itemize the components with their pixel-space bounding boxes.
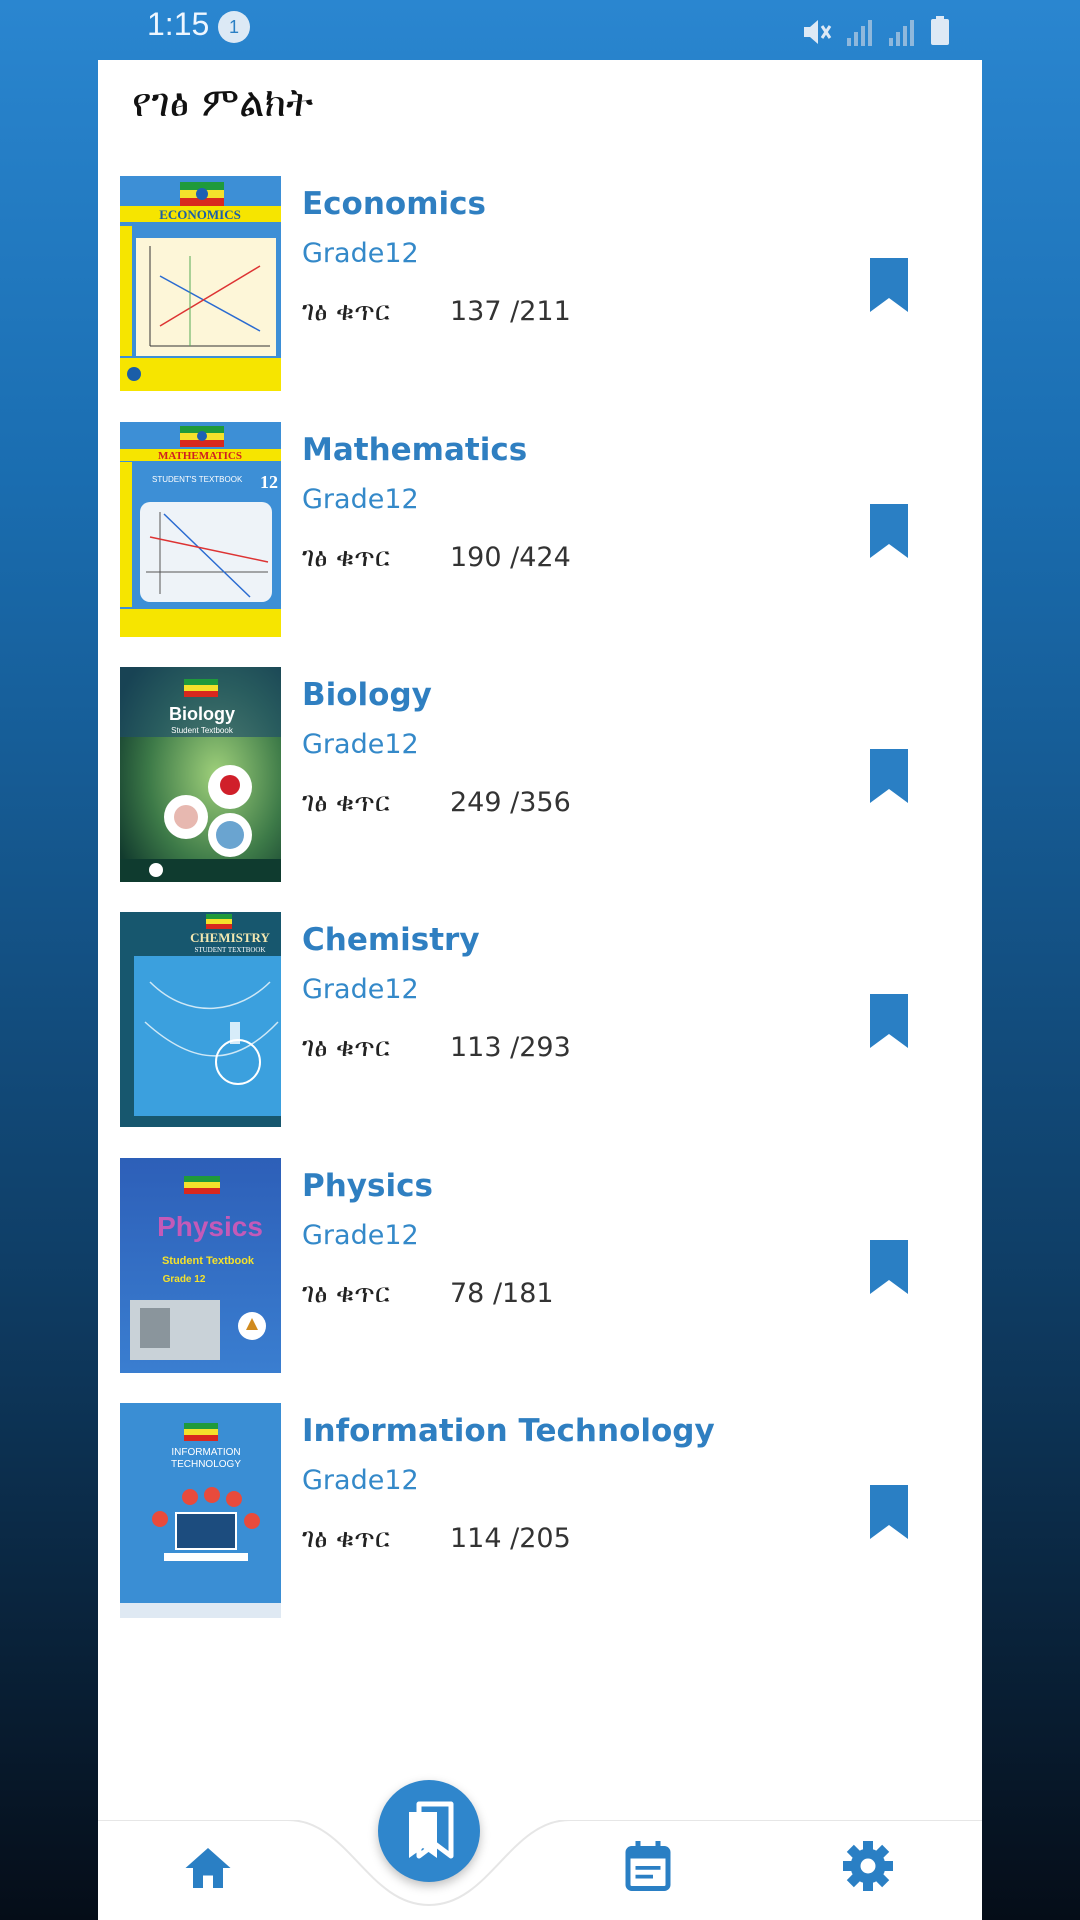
svg-text:Grade 12: Grade 12 xyxy=(163,1274,206,1285)
book-title: Chemistry xyxy=(302,922,480,958)
page-number-label: ገፅ ቁጥር xyxy=(302,787,390,818)
notification-badge: 1 xyxy=(218,11,250,43)
svg-text:MATHEMATICS: MATHEMATICS xyxy=(158,450,242,462)
svg-text:INFORMATION: INFORMATION xyxy=(171,1447,240,1458)
list-item[interactable]: Biology Student Textbook Biology Grade12… xyxy=(120,667,960,883)
page-progress: 113 /293 xyxy=(450,1032,571,1063)
list-item[interactable]: INFORMATION TECHNOLOGY Information Techn… xyxy=(120,1403,960,1619)
book-grade: Grade12 xyxy=(302,484,419,515)
svg-text:STUDENT'S TEXTBOOK: STUDENT'S TEXTBOOK xyxy=(152,475,243,484)
chemistry-cover: CHEMISTRY STUDENT TEXTBOOK xyxy=(120,912,281,1127)
svg-text:Student Textbook: Student Textbook xyxy=(171,726,234,735)
bookmark-icon[interactable] xyxy=(868,258,910,312)
settings-icon[interactable] xyxy=(838,1836,898,1896)
list-item[interactable]: MATHEMATICS STUDENT'S TEXTBOOK 12 Mathem… xyxy=(120,422,960,638)
svg-text:CHEMISTRY: CHEMISTRY xyxy=(190,930,270,945)
economics-cover: ECONOMICS xyxy=(120,176,281,391)
status-icons xyxy=(802,10,950,46)
bookmark-icon[interactable] xyxy=(868,749,910,803)
book-grade: Grade12 xyxy=(302,1220,419,1251)
book-grade: Grade12 xyxy=(302,238,419,269)
book-title: Biology xyxy=(302,677,432,713)
signal-icon xyxy=(889,20,914,46)
page-progress: 249 /356 xyxy=(450,787,571,818)
signal-icon xyxy=(847,20,872,46)
list-item[interactable]: Physics Student Textbook Grade 12 Physic… xyxy=(120,1158,960,1374)
list-item[interactable]: ECONOMICS Economics Grade12 ገፅ ቁጥር 137 /… xyxy=(120,176,960,392)
svg-text:ECONOMICS: ECONOMICS xyxy=(159,207,241,222)
page-progress: 114 /205 xyxy=(450,1523,571,1554)
page-progress: 190 /424 xyxy=(450,542,571,573)
page-number-label: ገፅ ቁጥር xyxy=(302,1032,390,1063)
page-number-label: ገፅ ቁጥር xyxy=(302,1278,390,1309)
bottom-navigation xyxy=(98,1780,982,1920)
svg-text:Biology: Biology xyxy=(169,704,235,724)
status-time: 1:15 xyxy=(147,6,210,42)
list-item[interactable]: CHEMISTRY STUDENT TEXTBOOK Chemistry Gra… xyxy=(120,912,960,1128)
home-icon[interactable] xyxy=(178,1838,238,1898)
book-title: Physics xyxy=(302,1168,433,1204)
svg-text:TECHNOLOGY: TECHNOLOGY xyxy=(171,1459,241,1470)
book-grade: Grade12 xyxy=(302,729,419,760)
information-technology-cover: INFORMATION TECHNOLOGY xyxy=(120,1403,281,1618)
mathematics-cover: MATHEMATICS STUDENT'S TEXTBOOK 12 xyxy=(120,422,281,637)
bookmark-icon[interactable] xyxy=(868,1240,910,1294)
svg-text:Student Textbook: Student Textbook xyxy=(162,1255,255,1267)
bookmark-icon[interactable] xyxy=(868,994,910,1048)
svg-text:Physics: Physics xyxy=(157,1211,263,1242)
page-number-label: ገፅ ቁጥር xyxy=(302,1523,390,1554)
battery-icon xyxy=(931,16,949,45)
bookmarks-panel: የገፅ ምልክት ECONOMICS Economics Grade12 ገፅ … xyxy=(98,60,982,1920)
book-grade: Grade12 xyxy=(302,1465,419,1496)
book-grade: Grade12 xyxy=(302,974,419,1005)
page-progress: 137 /211 xyxy=(450,296,571,327)
page-title: የገፅ ምልክት xyxy=(132,80,314,126)
book-title: Information Technology xyxy=(302,1413,715,1449)
mute-icon xyxy=(804,20,832,44)
book-title: Mathematics xyxy=(302,432,528,468)
physics-cover: Physics Student Textbook Grade 12 xyxy=(120,1158,281,1373)
calendar-icon[interactable] xyxy=(618,1836,678,1896)
biology-cover: Biology Student Textbook xyxy=(120,667,281,882)
status-bar: 1:15 1 xyxy=(0,0,1080,60)
page-number-label: ገፅ ቁጥር xyxy=(302,296,390,327)
book-title: Economics xyxy=(302,186,486,222)
page-progress: 78 /181 xyxy=(450,1278,554,1309)
bookmark-icon[interactable] xyxy=(868,1485,910,1539)
svg-text:12: 12 xyxy=(260,472,278,492)
bookmarks-fab-button[interactable] xyxy=(378,1780,480,1882)
bookmarks-icon xyxy=(409,1801,454,1859)
svg-text:STUDENT TEXTBOOK: STUDENT TEXTBOOK xyxy=(194,946,265,954)
bookmark-icon[interactable] xyxy=(868,504,910,558)
page-number-label: ገፅ ቁጥር xyxy=(302,542,390,573)
